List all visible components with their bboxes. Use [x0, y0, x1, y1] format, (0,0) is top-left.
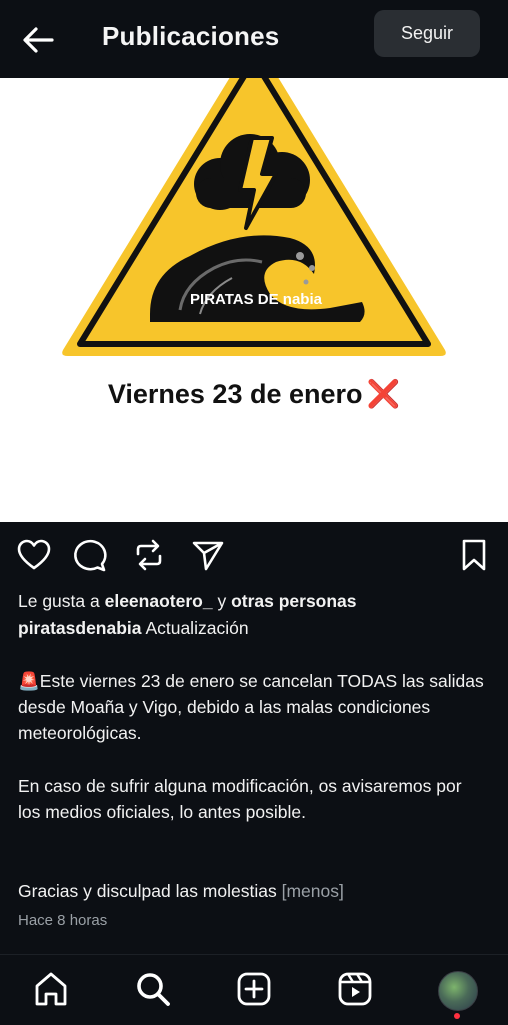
other-likers-link[interactable]: otras personas [231, 591, 356, 611]
top-bar: Publicaciones Seguir [0, 0, 508, 78]
post-image-headline: Viernes 23 de enero ❌ [0, 378, 508, 410]
save-button[interactable] [456, 537, 492, 573]
caption-text-1: Este viernes 23 de enero se cancelan TOD… [18, 671, 484, 743]
caption-text-3: Gracias y disculpad las molestias [18, 881, 277, 901]
nav-home[interactable] [31, 969, 71, 1009]
page-title: Publicaciones [102, 21, 280, 51]
likes-summary: Le gusta a eleenaotero_ y otras personas [18, 588, 488, 614]
author-username[interactable]: piratasdenabia [18, 618, 142, 638]
post-image[interactable]: PIRATAS DE nabia Viernes 23 de enero ❌ [0, 78, 508, 522]
post-timestamp: Hace 8 horas [18, 912, 108, 929]
create-icon [237, 972, 271, 1006]
liker-username[interactable]: eleenaotero_ [105, 591, 213, 611]
caption-title: Actualización [145, 618, 249, 638]
follow-button[interactable]: Seguir [374, 10, 480, 57]
post-actions [0, 522, 508, 586]
nav-create[interactable] [234, 969, 274, 1009]
caption-paragraph-2: En caso de sufrir alguna modificación, o… [18, 776, 462, 822]
likes-prefix: Le gusta a [18, 591, 105, 611]
home-icon [35, 972, 67, 1006]
arrow-left-icon [23, 27, 54, 53]
caption-paragraph-3: Gracias y disculpad las molestias [menos… [18, 878, 488, 904]
likes-joiner: y [212, 591, 232, 611]
post-image-date: Viernes 23 de enero [107, 379, 363, 409]
nav-reels[interactable] [335, 969, 375, 1009]
brand-logo: PIRATAS DE nabia [190, 291, 323, 308]
profile-avatar[interactable] [438, 971, 478, 1011]
bottom-navigation [0, 954, 508, 1025]
comment-button[interactable] [72, 537, 108, 573]
siren-icon: 🚨 [18, 671, 40, 691]
bookmark-icon [462, 539, 486, 571]
send-icon [192, 541, 224, 571]
like-button[interactable] [16, 537, 52, 573]
nav-search[interactable] [133, 969, 173, 1009]
back-button[interactable] [18, 22, 58, 58]
cross-mark-icon: ❌ [366, 379, 401, 409]
heart-icon [17, 539, 51, 570]
share-button[interactable] [190, 537, 226, 573]
less-link[interactable]: [menos] [282, 881, 344, 901]
storm-warning-graphic: PIRATAS DE nabia [62, 78, 446, 356]
caption-header: piratasdenabia Actualización [18, 615, 488, 641]
repost-button[interactable] [131, 537, 167, 573]
comment-icon [74, 539, 107, 572]
caption-paragraph-1: 🚨Este viernes 23 de enero se cancelan TO… [18, 668, 488, 746]
repost-icon [136, 539, 162, 571]
reels-icon [338, 972, 372, 1006]
search-icon [137, 973, 170, 1006]
notification-dot [454, 1013, 460, 1019]
